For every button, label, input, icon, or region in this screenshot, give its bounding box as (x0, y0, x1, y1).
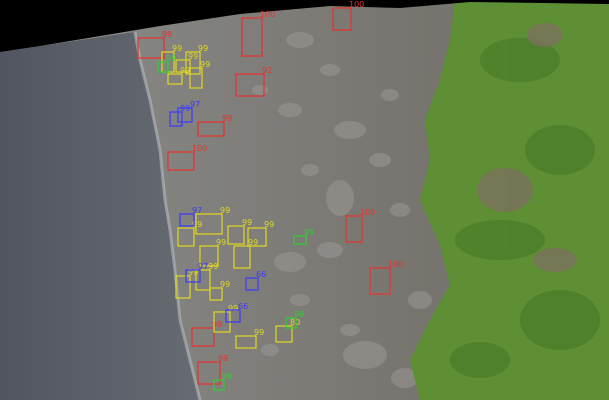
confidence-label: 97 (190, 100, 200, 109)
confidence-label: 99 (216, 238, 226, 247)
confidence-label: 99 (162, 30, 172, 39)
confidence-label: 99 (220, 280, 230, 289)
confidence-label: 99 (200, 60, 210, 69)
confidence-label: 100 (388, 260, 403, 269)
confidence-label: 92 (262, 66, 272, 75)
confidence-label: 99 (188, 52, 198, 61)
confidence-label: 100 (360, 208, 375, 217)
confidence-label: 99 (180, 66, 190, 75)
confidence-label: 99 (264, 220, 274, 229)
confidence-label: 99 (220, 206, 230, 215)
confidence-label: 99 (172, 44, 182, 53)
confidence-label: 97 (192, 206, 202, 215)
confidence-label: 99 (222, 372, 232, 381)
confidence-label: 99 (304, 228, 314, 237)
confidence-label: 99 (198, 44, 208, 53)
confidence-label: 99 (166, 54, 176, 63)
confidence-label: 99 (254, 328, 264, 337)
confidence-label: 97 (198, 262, 208, 271)
confidence-label: 100 (192, 144, 207, 153)
annotated-aerial-photo: 100100999299100100100999999 9999999999999… (0, 0, 609, 400)
confidence-label: 98 (294, 310, 304, 319)
confidence-label: 99 (218, 354, 228, 363)
confidence-label: 66 (256, 270, 266, 279)
confidence-label: 99 (242, 218, 252, 227)
confidence-label: 100 (260, 10, 275, 19)
confidence-label: 100 (349, 0, 364, 9)
confidence-label: 99 (222, 114, 232, 123)
confidence-label: 80 (290, 318, 300, 327)
confidence-label: 99 (188, 268, 198, 277)
confidence-label: 99 (228, 304, 238, 313)
confidence-label: 66 (238, 302, 248, 311)
